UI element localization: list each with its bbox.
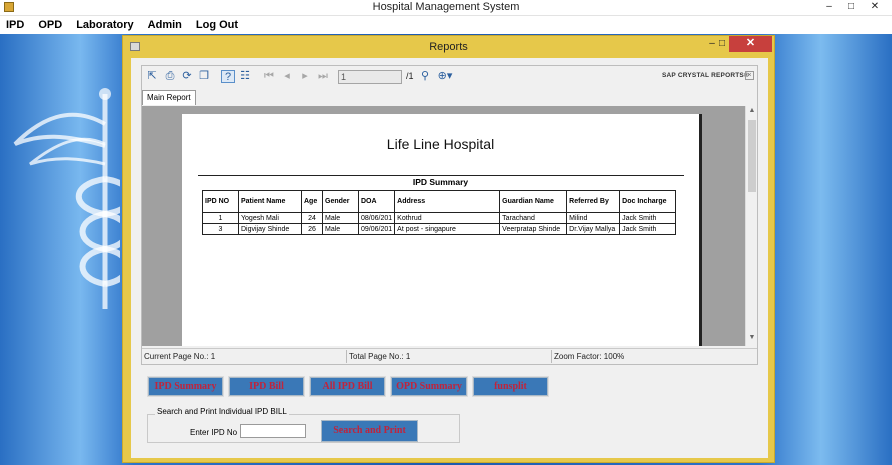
opd-summary-button[interactable]: OPD Summary xyxy=(390,376,468,397)
table-cell: 09/06/201 xyxy=(357,223,396,235)
dialog-title-bar: Reports – □ ✕ xyxy=(123,36,774,58)
column-header: Referred By xyxy=(566,190,621,213)
column-header: Age xyxy=(301,190,323,213)
table-cell: Digvijay Shinde xyxy=(238,223,302,235)
search-group-legend: Search and Print Individual IPD BILL xyxy=(155,407,289,416)
table-cell: 26 xyxy=(301,223,323,235)
column-header: Doc Incharge xyxy=(619,190,677,213)
table-cell: 3 xyxy=(202,223,239,235)
table-cell: Dr.Vijay Mallya xyxy=(566,223,621,235)
print-icon[interactable]: ⎙ xyxy=(163,70,177,83)
scroll-thumb[interactable] xyxy=(748,120,756,192)
vertical-scrollbar[interactable]: ▲ ▼ xyxy=(745,106,757,346)
report-canvas: Life Line Hospital IPD Summary IPD NO Pa… xyxy=(142,106,745,346)
table-cell: 24 xyxy=(301,212,323,224)
caduceus-logo xyxy=(13,88,120,309)
viewer-toolbar: ⇱ ⎙ ⟳ ❐ ? ☷ ⏮ ◂ ▸ ⏭ 1 /1 ⚲ ⊕▾ SAP CRYSTA… xyxy=(142,66,757,88)
column-header: DOA xyxy=(357,190,396,213)
dialog-close-button[interactable]: ✕ xyxy=(729,36,772,52)
table-cell: Veerpratap Shinde xyxy=(499,223,568,235)
maximize-button[interactable]: □ xyxy=(838,0,864,15)
column-header: IPD NO xyxy=(202,190,239,213)
crystal-reports-brand: SAP CRYSTAL REPORTS® xyxy=(662,72,749,79)
table-cell: 1 xyxy=(202,212,239,224)
table-cell: Kothrud xyxy=(394,212,501,224)
scroll-down-icon[interactable]: ▼ xyxy=(746,334,758,341)
crystal-report-viewer: ⇱ ⎙ ⟳ ❐ ? ☷ ⏮ ◂ ▸ ⏭ 1 /1 ⚲ ⊕▾ SAP CRYSTA… xyxy=(141,65,758,365)
current-page-status: Current Page No.: 1 xyxy=(144,352,216,361)
previous-page-icon[interactable]: ◂ xyxy=(280,70,294,83)
menu-opd[interactable]: OPD xyxy=(32,16,70,34)
menu-admin[interactable]: Admin xyxy=(142,16,190,34)
refresh-icon[interactable]: ⟳ xyxy=(180,70,194,83)
ipd-summary-table: IPD NO Patient Name Age Gender DOA Addre… xyxy=(202,190,677,235)
close-report-icon[interactable]: × xyxy=(745,71,754,80)
total-page-status: Total Page No.: 1 xyxy=(349,352,411,361)
table-cell: Milind xyxy=(566,212,621,224)
menu-logout[interactable]: Log Out xyxy=(190,16,246,34)
ipd-summary-button[interactable]: IPD Summary xyxy=(147,376,224,397)
funsplit-button[interactable]: funsplit xyxy=(472,376,549,397)
ipd-no-label: Enter IPD No xyxy=(190,428,238,437)
zoom-icon[interactable]: ⊕▾ xyxy=(435,70,455,83)
next-page-icon[interactable]: ▸ xyxy=(298,70,312,83)
ipd-no-input[interactable] xyxy=(240,424,306,438)
window-title: Hospital Management System xyxy=(372,1,520,13)
close-button[interactable]: ✕ xyxy=(862,0,888,15)
column-header: Guardian Name xyxy=(499,190,568,213)
table-cell: Yogesh Mali xyxy=(238,212,302,224)
scroll-up-icon[interactable]: ▲ xyxy=(746,107,758,114)
table-cell: Male xyxy=(322,223,359,235)
table-cell: Male xyxy=(322,212,359,224)
dialog-body: ⇱ ⎙ ⟳ ❐ ? ☷ ⏮ ◂ ▸ ⏭ 1 /1 ⚲ ⊕▾ SAP CRYSTA… xyxy=(131,58,768,458)
find-icon[interactable]: ⚲ xyxy=(418,70,432,83)
table-row: 1 Yogesh Mali 24 Male 08/06/201 Kothrud … xyxy=(202,212,677,224)
menu-ipd[interactable]: IPD xyxy=(0,16,32,34)
page-number-input[interactable]: 1 xyxy=(338,70,402,84)
table-cell: Jack Smith xyxy=(619,223,677,235)
help-icon[interactable]: ? xyxy=(221,70,235,83)
column-header: Address xyxy=(394,190,501,213)
column-header: Patient Name xyxy=(238,190,302,213)
menu-bar: IPD OPD Laboratory Admin Log Out xyxy=(0,16,892,34)
table-cell: At post - singapure xyxy=(394,223,501,235)
zoom-status: Zoom Factor: 100% xyxy=(554,352,625,361)
last-page-icon[interactable]: ⏭ xyxy=(316,70,330,83)
ipd-bill-button[interactable]: IPD Bill xyxy=(228,376,305,397)
menu-laboratory[interactable]: Laboratory xyxy=(70,16,141,34)
table-cell: Jack Smith xyxy=(619,212,677,224)
header-divider xyxy=(198,175,684,176)
table-cell: 08/06/201 xyxy=(357,212,396,224)
reports-dialog: Reports – □ ✕ ⇱ ⎙ ⟳ ❐ ? ☷ ⏮ ◂ ▸ ⏭ 1 /1 ⚲… xyxy=(122,35,775,463)
status-divider xyxy=(346,350,347,363)
report-page: Life Line Hospital IPD Summary IPD NO Pa… xyxy=(182,114,702,346)
tab-main-report[interactable]: Main Report xyxy=(142,90,196,105)
column-header: Gender xyxy=(322,190,359,213)
search-and-print-button[interactable]: Search and Print xyxy=(321,420,418,442)
viewer-status-bar: Current Page No.: 1 Total Page No.: 1 Zo… xyxy=(142,348,757,364)
export-icon[interactable]: ⇱ xyxy=(145,70,159,83)
dialog-title: Reports xyxy=(429,41,468,53)
all-ipd-bill-button[interactable]: All IPD Bill xyxy=(309,376,386,397)
status-divider xyxy=(551,350,552,363)
table-header-row: IPD NO Patient Name Age Gender DOA Addre… xyxy=(202,190,677,213)
summary-title: IPD Summary xyxy=(412,177,469,187)
page-total-label: /1 xyxy=(406,71,414,81)
table-row: 3 Digvijay Shinde 26 Male 09/06/201 At p… xyxy=(202,223,677,235)
group-tree-icon[interactable]: ☷ xyxy=(238,70,252,83)
main-title-bar: Hospital Management System – □ ✕ xyxy=(0,0,892,16)
copy-icon[interactable]: ❐ xyxy=(197,70,211,83)
first-page-icon[interactable]: ⏮ xyxy=(262,70,276,83)
table-cell: Tarachand xyxy=(499,212,568,224)
hospital-name: Life Line Hospital xyxy=(386,136,495,152)
